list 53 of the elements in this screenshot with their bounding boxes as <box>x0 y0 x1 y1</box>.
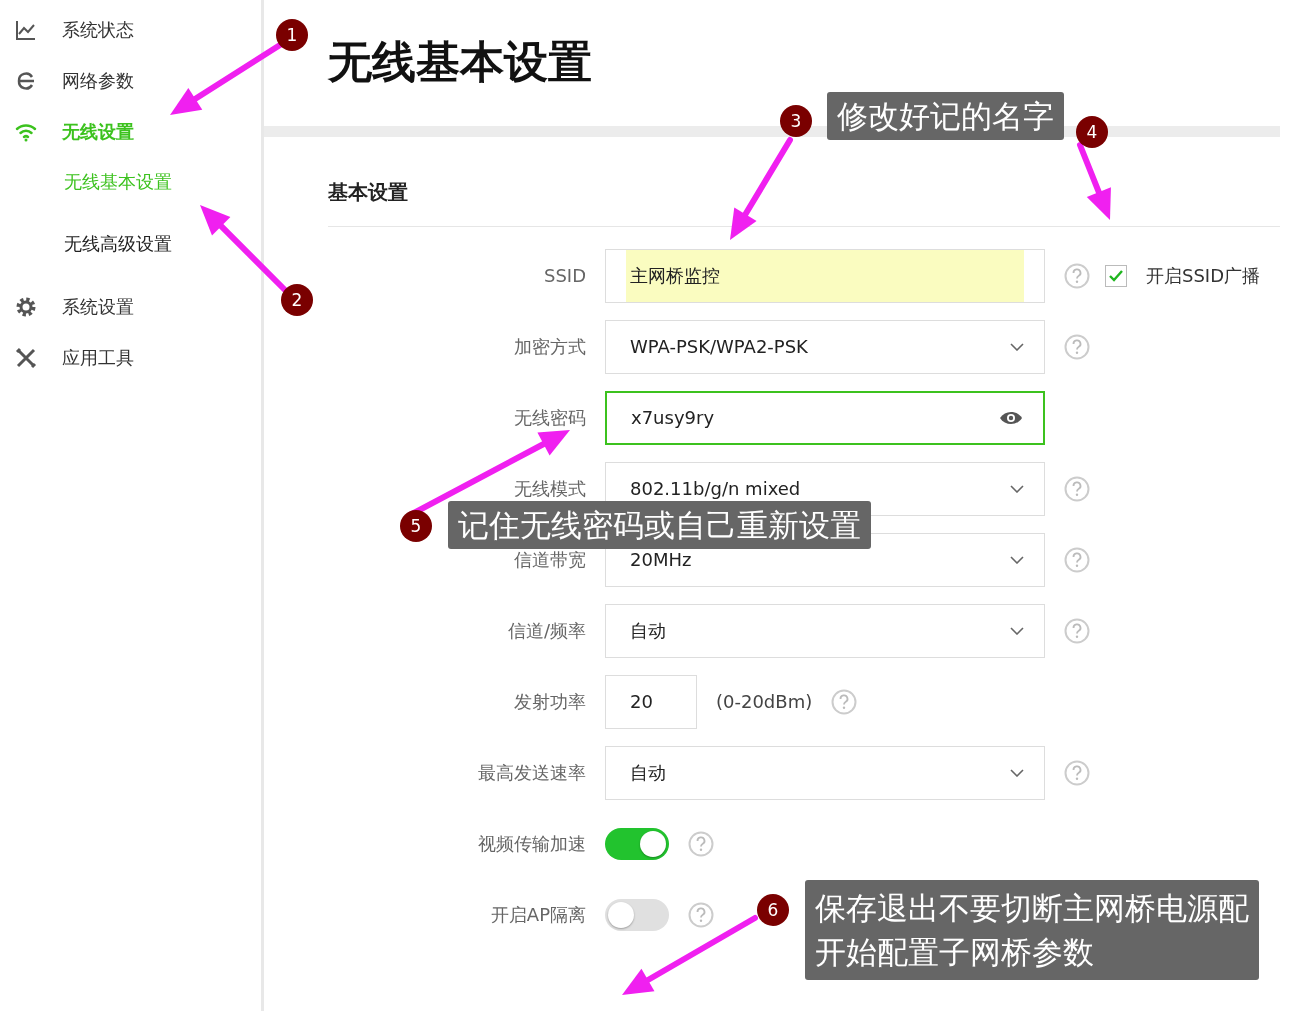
field-label: SSID <box>542 265 586 286</box>
field-label: 信道/频率 <box>506 618 586 643</box>
checkbox-label: 开启SSID广播 <box>1146 263 1261 288</box>
select-field[interactable]: 自动 <box>605 745 1045 800</box>
field-label: 开启AP隔离 <box>489 902 586 927</box>
help-icon[interactable] <box>1064 617 1090 644</box>
callout-text: 修改好记的名字 <box>837 97 1054 136</box>
tools-icon <box>14 345 38 370</box>
range-hint: (0-20dBm) <box>716 691 813 712</box>
field-label: 无线密码 <box>513 405 586 430</box>
step-number-badge: 2 <box>281 284 313 316</box>
eye-icon[interactable] <box>999 409 1023 426</box>
chevron-icon <box>1010 555 1024 564</box>
callout-text: 开始配置子网桥参数 <box>815 933 1095 972</box>
callout-text: 保存退出不要切断主网桥电源配 <box>815 889 1249 928</box>
help-icon[interactable] <box>1064 546 1090 573</box>
select-field[interactable]: 自动 <box>605 603 1045 658</box>
submenu-item[interactable]: 无线高级设置 <box>0 219 261 281</box>
field-label: 视频传输加速 <box>477 831 586 856</box>
step-number-badge: 4 <box>1076 116 1108 148</box>
field-label: 无线模式 <box>513 476 586 501</box>
chevron-icon <box>1010 626 1024 635</box>
help-icon[interactable] <box>688 901 714 928</box>
checkbox[interactable] <box>1105 264 1127 287</box>
sidebar-item[interactable]: 系统设置 <box>0 281 261 332</box>
step-number-badge: 5 <box>400 510 432 542</box>
page-title: 无线基本设置 <box>328 35 593 89</box>
field-label: 信道带宽 <box>513 547 586 572</box>
help-icon[interactable] <box>1064 475 1090 502</box>
sidebar-item[interactable]: 应用工具 <box>0 332 261 383</box>
field-label: 加密方式 <box>513 334 586 359</box>
help-icon[interactable] <box>688 830 714 857</box>
step-number-badge: 3 <box>780 105 812 137</box>
chevron-icon <box>1010 768 1024 777</box>
toggle-switch[interactable] <box>605 898 669 931</box>
help-icon[interactable] <box>831 688 858 715</box>
chevron-icon <box>1010 484 1024 493</box>
chevron-icon <box>1010 342 1024 351</box>
select-field[interactable]: WPA-PSK/WPA2-PSK <box>605 319 1045 374</box>
toggle-switch[interactable] <box>605 827 669 860</box>
sidebar-item[interactable]: 网络参数 <box>0 55 261 106</box>
field-label: 最高发送速率 <box>477 760 586 785</box>
help-icon[interactable] <box>1064 262 1090 289</box>
help-icon[interactable] <box>1064 333 1090 360</box>
help-icon[interactable] <box>1064 759 1090 786</box>
input-field[interactable]: 主网桥监控 <box>605 248 1045 303</box>
step-number-badge: 6 <box>757 894 789 926</box>
password-field[interactable]: x7usy9ry <box>605 390 1045 445</box>
step-number-badge: 1 <box>276 19 308 51</box>
section-title: 基本设置 <box>328 179 409 206</box>
input-field[interactable]: 20 <box>605 674 697 729</box>
field-label: 发射功率 <box>513 689 586 714</box>
sidebar-item[interactable]: 系统状态 <box>0 4 261 55</box>
